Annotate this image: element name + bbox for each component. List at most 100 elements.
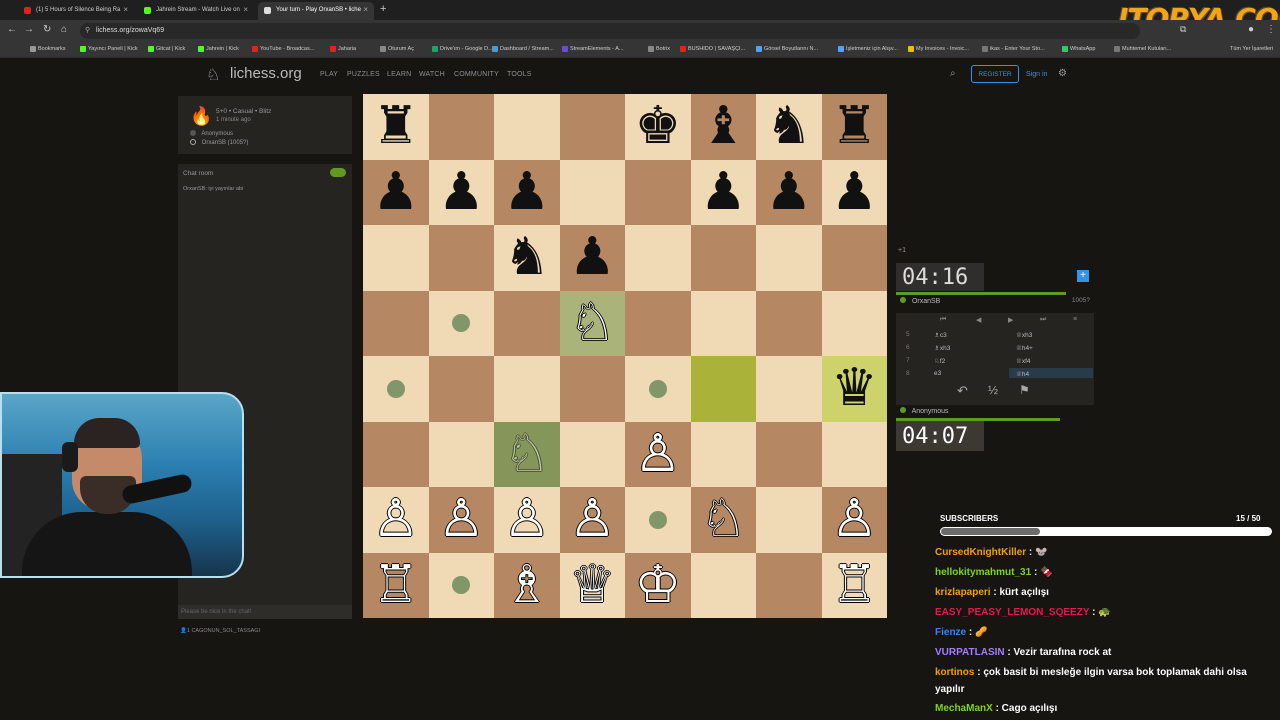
bookmark-item[interactable]: ikas - Enter Your Sto...	[982, 46, 1045, 52]
white-knight-piece[interactable]: ♘	[691, 487, 757, 553]
chat-username[interactable]: MechaManX	[935, 703, 993, 714]
chat-username[interactable]: krizlapaperi	[935, 587, 991, 598]
bookmark-item[interactable]: Gitcat | Kick	[148, 46, 185, 52]
chat-username[interactable]: VURPATLASIN	[935, 647, 1005, 658]
chat-username[interactable]: CursedKnightKiller	[935, 547, 1026, 558]
bookmark-item[interactable]: Görsel Boyutlarını N...	[756, 46, 818, 52]
home-icon[interactable]: ⌂	[61, 24, 67, 35]
board-square[interactable]	[494, 356, 560, 422]
board-square[interactable]	[756, 225, 822, 291]
url-input[interactable]: ⚲ lichess.org/zowaVq69	[80, 23, 1140, 39]
move-san[interactable]: ♗c3	[934, 331, 947, 339]
move-san[interactable]: ♕xh3	[1016, 331, 1032, 339]
first-move-button[interactable]: ⏮	[940, 316, 946, 324]
board-square[interactable]	[363, 421, 429, 487]
board-square[interactable]	[756, 421, 822, 487]
chat-username[interactable]: EASY_PEASY_LEMON_SQEEZY	[935, 607, 1089, 618]
white-king-piece[interactable]: ♔	[625, 553, 691, 619]
legal-move-dot[interactable]	[648, 379, 667, 398]
bookmark-item[interactable]: Oturum Aç	[380, 46, 414, 52]
move-san[interactable]: ♕h4	[1016, 370, 1029, 378]
site-info-icon[interactable]: ⚲	[85, 26, 90, 34]
close-icon[interactable]: ×	[243, 5, 248, 14]
legal-move-dot[interactable]	[648, 510, 667, 529]
player-black-name[interactable]: Anonymous	[201, 131, 233, 137]
new-tab-button[interactable]: +	[380, 3, 386, 15]
white-knight-piece[interactable]: ♘	[494, 422, 560, 488]
board-square[interactable]	[428, 225, 494, 291]
profile-icon[interactable]: ●	[1248, 24, 1254, 35]
forward-icon[interactable]: →	[24, 24, 34, 35]
board-square[interactable]	[821, 421, 887, 487]
chat-username[interactable]: hellokitymahmut_31	[935, 567, 1031, 578]
chess-board[interactable]: ♜ ♚ ♝ ♞ ♜ ♟ ♟ ♟ ♟ ♟ ♟ ♞ ♟ ♘ ♛ ♘ ♙ ♙ ♙ ♙ ♙ ♘ ♙ ♖ ♗ ♕ ♔ ♖	[363, 94, 887, 618]
search-icon[interactable]: ⌕	[950, 68, 956, 79]
board-square[interactable]	[363, 225, 429, 291]
board-square[interactable]	[559, 356, 625, 422]
self-name[interactable]: Anonymous	[912, 408, 949, 415]
move-menu-icon[interactable]: ≡	[1073, 316, 1077, 323]
nav-watch[interactable]: WATCH	[419, 71, 445, 78]
board-square[interactable]	[690, 290, 756, 356]
board-square[interactable]	[690, 225, 756, 291]
prev-move-button[interactable]: ◀	[976, 316, 981, 324]
add-time-icon[interactable]: +	[1077, 270, 1089, 282]
bookmark-item[interactable]: Muhtemel Kutuları...	[1114, 46, 1171, 52]
white-queen-piece[interactable]: ♕	[560, 553, 626, 619]
offer-draw-button[interactable]: ½	[988, 383, 998, 397]
nav-community[interactable]: COMMUNITY	[454, 71, 499, 78]
move-san[interactable]: e3	[934, 370, 941, 377]
lichess-logo[interactable]: ♘ lichess.org	[206, 65, 302, 84]
board-square[interactable]	[756, 552, 822, 618]
bookmark-item[interactable]: Drive'ım - Google D...	[432, 46, 493, 52]
legal-move-dot[interactable]	[386, 379, 405, 398]
opponent-name[interactable]: OrxanSB	[912, 298, 940, 305]
board-square[interactable]	[428, 421, 494, 487]
board-square[interactable]	[363, 290, 429, 356]
move-san[interactable]: ♕h4+	[1016, 344, 1033, 352]
bookmark-item[interactable]: Jaharia	[330, 46, 356, 52]
white-pawn-piece[interactable]: ♙	[363, 487, 429, 553]
nav-play[interactable]: PLAY	[320, 71, 338, 78]
board-square[interactable]	[494, 290, 560, 356]
bookmark-item[interactable]: Dashboard / Stream...	[492, 46, 554, 52]
board-square[interactable]	[756, 487, 822, 553]
white-pawn-piece[interactable]: ♙	[494, 487, 560, 553]
bookmark-item[interactable]: Bookmarks	[30, 46, 66, 52]
white-rook-piece[interactable]: ♖	[822, 553, 888, 619]
white-pawn-piece[interactable]: ♙	[822, 487, 888, 553]
signin-link[interactable]: Sign in	[1026, 71, 1047, 78]
close-icon[interactable]: ×	[363, 5, 368, 14]
browser-tab-3[interactable]: Your turn - Play OrxanSB • liche ×	[258, 2, 374, 20]
board-square[interactable]	[428, 94, 494, 160]
move-san[interactable]: ♕xf4	[1016, 357, 1031, 365]
reload-icon[interactable]: ↻	[43, 24, 51, 35]
board-square[interactable]	[821, 290, 887, 356]
board-square[interactable]	[821, 225, 887, 291]
chat-input[interactable]: Please be nice in the chat!	[178, 605, 352, 619]
board-square[interactable]	[494, 94, 560, 160]
last-move-button[interactable]: ⏭	[1040, 316, 1046, 324]
board-square[interactable]	[756, 290, 822, 356]
white-rook-piece[interactable]: ♖	[363, 553, 429, 619]
menu-icon[interactable]: ⋮	[1266, 24, 1276, 35]
nav-tools[interactable]: TOOLS	[507, 71, 532, 78]
white-pawn-piece[interactable]: ♙	[625, 422, 691, 488]
chat-username[interactable]: Fienze	[935, 627, 966, 638]
board-square[interactable]	[559, 94, 625, 160]
board-square[interactable]	[559, 159, 625, 225]
white-pawn-piece[interactable]: ♙	[560, 487, 626, 553]
bookmark-item[interactable]: Yayıncı Paneli | Kick	[80, 46, 138, 52]
board-square[interactable]	[625, 159, 691, 225]
bookmark-item[interactable]: My Invoices - Invoic...	[908, 46, 969, 52]
board-square[interactable]	[690, 552, 756, 618]
board-square[interactable]	[756, 356, 822, 422]
nav-puzzles[interactable]: PUZZLES	[347, 71, 380, 78]
player-white-name[interactable]: OrxanSB (1005?)	[202, 140, 249, 146]
back-icon[interactable]: ←	[7, 24, 17, 35]
extensions-icon[interactable]: ⧉	[1180, 24, 1186, 35]
move-san[interactable]: ♗xh3	[934, 344, 950, 352]
chat-username[interactable]: kortinos	[935, 667, 974, 678]
browser-tab-2[interactable]: Jahrein Stream - Watch Live on ×	[138, 2, 254, 20]
bookmark-item[interactable]: YouTube - Broadcas...	[252, 46, 314, 52]
